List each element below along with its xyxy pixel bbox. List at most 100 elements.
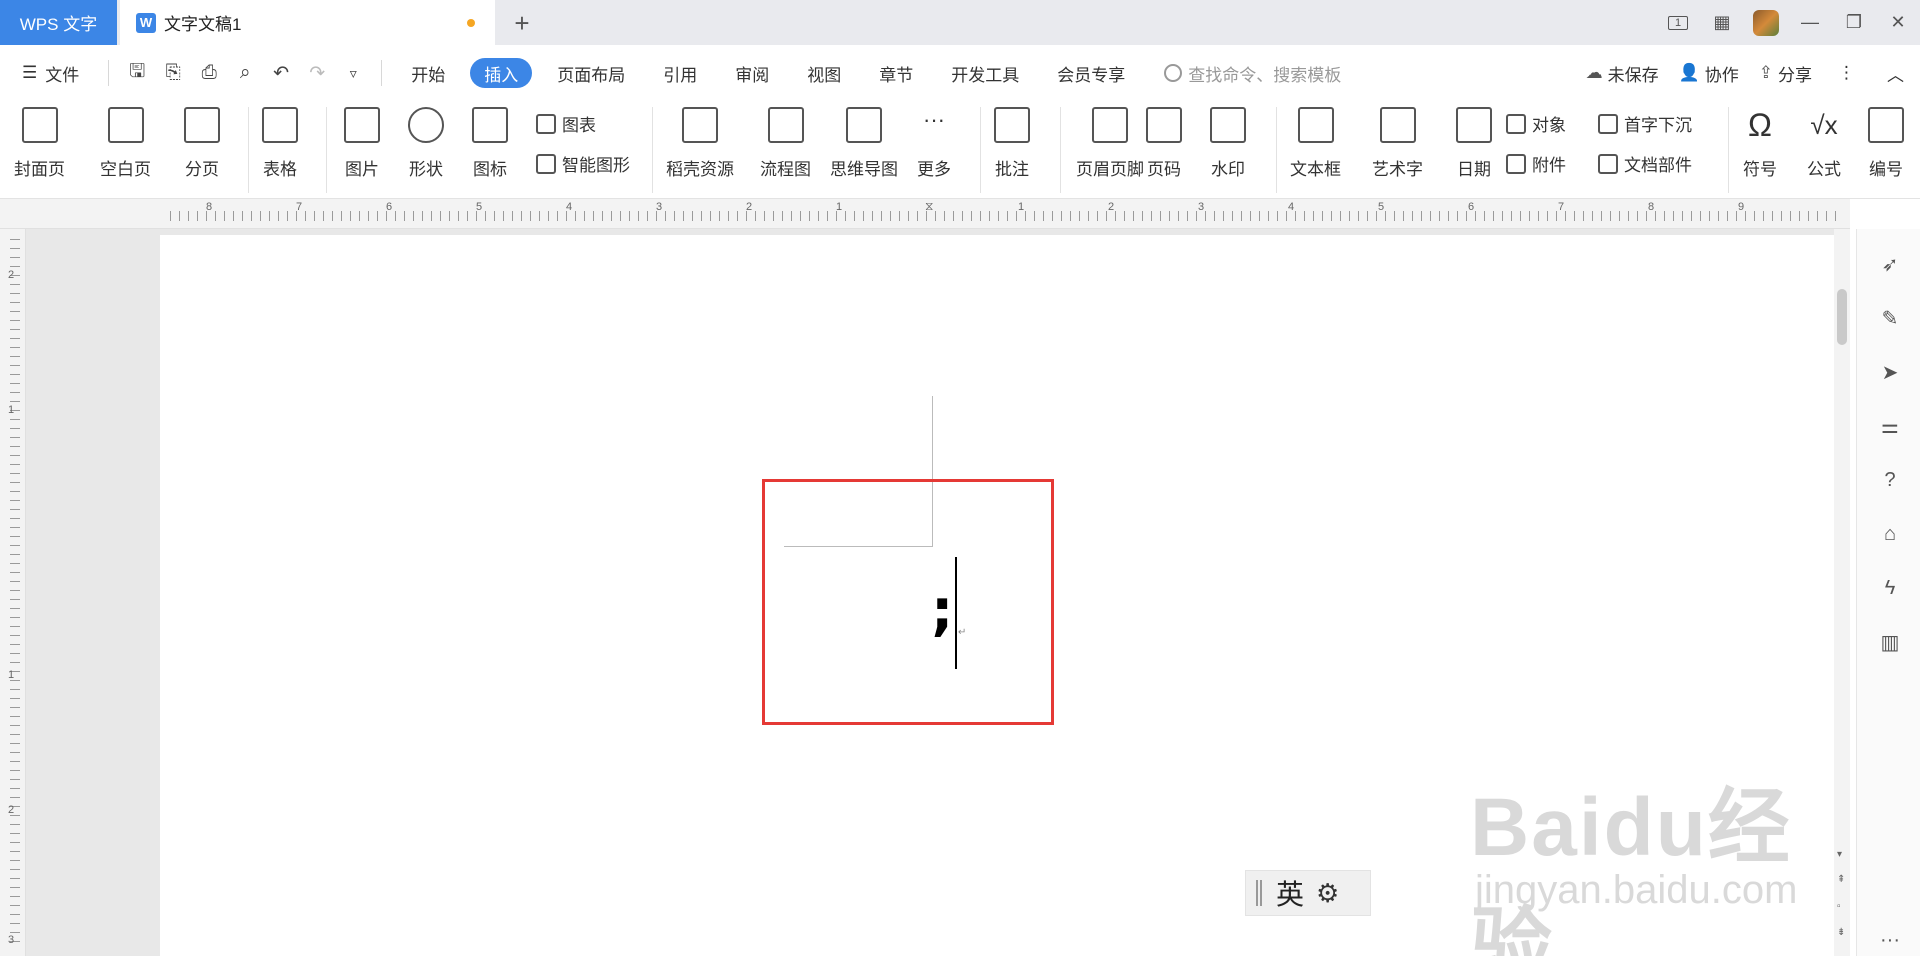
tab-page-layout[interactable]: 页面布局 [538, 58, 644, 88]
header-footer-button[interactable]: 页眉页脚 [1076, 101, 1144, 199]
page-break-button[interactable]: 分页 [184, 101, 220, 199]
formula-button[interactable]: √x 公式 [1806, 101, 1842, 199]
collapse-ribbon-icon[interactable]: ︿ [1871, 61, 1920, 86]
tab-sections[interactable]: 章节 [860, 58, 932, 88]
ime-status-bar[interactable]: 英 ⚙ [1245, 870, 1371, 916]
vertical-ruler[interactable]: 2 1 1 2 3 [0, 229, 26, 956]
attachment-label: 附件 [1532, 156, 1566, 175]
tab-references[interactable]: 引用 [644, 58, 716, 88]
indent-marker-icon[interactable]: ⧖ [925, 199, 933, 214]
page-number-icon [1146, 107, 1182, 143]
wordart-button[interactable]: 艺术字 [1372, 101, 1423, 199]
icon-library-button[interactable]: 图标 [472, 101, 508, 199]
tab-review[interactable]: 审阅 [716, 58, 788, 88]
print-preview-icon[interactable]: ⌕ [227, 55, 263, 91]
watermark-button[interactable]: 水印 [1210, 101, 1246, 199]
blank-page-button[interactable]: 空白页 [100, 101, 151, 199]
document-tab[interactable]: W 文字文稿1 [120, 0, 495, 45]
chart-button[interactable]: 图表 [536, 111, 596, 136]
select-browse-icon[interactable]: ▫ [1837, 901, 1841, 912]
page-number-button[interactable]: 页码 [1146, 101, 1182, 199]
table-button[interactable]: 表格 [262, 101, 298, 199]
comment-button[interactable]: 批注 [994, 101, 1030, 199]
next-page-icon[interactable]: ⇟ [1837, 927, 1845, 938]
collaborate-label: 协作 [1704, 65, 1739, 85]
tab-view[interactable]: 视图 [788, 58, 860, 88]
scrollbar-thumb[interactable] [1837, 289, 1847, 345]
tab-home[interactable]: 开始 [392, 58, 464, 88]
picture-button[interactable]: 图片 [344, 101, 380, 199]
wordart-label: 艺术字 [1372, 160, 1423, 179]
divider [980, 107, 981, 193]
ruler-number: 3 [8, 934, 15, 946]
minimize-icon[interactable]: — [1788, 0, 1832, 45]
flowchart-label: 流程图 [760, 160, 811, 179]
gear-icon[interactable]: ⚙ [1316, 878, 1339, 909]
docer-resources-button[interactable]: 稻壳资源 [666, 101, 734, 199]
grid-apps-icon[interactable]: ▦ [1700, 0, 1744, 45]
ruler-number: 2 [8, 804, 15, 816]
scroll-down-icon[interactable]: ▾ [1837, 849, 1842, 860]
menu-bar: ☰ 文件 🖫 ⎘ ⎙ ⌕ ↶ ↷ ▿ 开始 插入 页面布局 引用 审阅 视图 章… [0, 45, 1920, 101]
command-search[interactable]: 查找命令、搜索模板 [1164, 61, 1341, 86]
more-options-icon[interactable]: ⋮ [1822, 63, 1871, 83]
user-avatar[interactable] [1744, 0, 1788, 45]
book-search-icon[interactable]: ▥ [1879, 631, 1901, 654]
cover-page-button[interactable]: 封面页 [14, 101, 65, 199]
help-icon[interactable]: ? [1879, 469, 1901, 491]
divider [1060, 107, 1061, 193]
customize-dropdown-icon[interactable]: ▿ [335, 55, 371, 91]
sliders-icon[interactable]: ⚌ [1879, 415, 1901, 438]
drag-handle-icon[interactable] [1256, 880, 1262, 906]
cursor-icon[interactable]: ➤ [1879, 361, 1901, 384]
textbox-button[interactable]: 文本框 [1290, 101, 1341, 199]
share-button[interactable]: ⇪ 分享 [1749, 61, 1822, 86]
numbering-button[interactable]: 编号 [1868, 101, 1904, 199]
unsaved-cloud-button[interactable]: ☁ 未保存 [1576, 61, 1669, 86]
date-button[interactable]: 日期 [1456, 101, 1492, 199]
flowchart-button[interactable]: 流程图 [760, 101, 811, 199]
shape-button[interactable]: 形状 [408, 101, 444, 199]
horizontal-ruler[interactable]: 8 7 6 5 4 3 2 1 ⧖ 1 2 3 4 5 6 7 8 9 [0, 199, 1850, 229]
more-button[interactable]: ··· 更多 [916, 101, 952, 199]
export-pdf-icon[interactable]: ⎘ [155, 55, 191, 91]
numbering-icon [1868, 107, 1904, 143]
typed-semicolon: ; [931, 578, 954, 643]
store-icon[interactable]: ⌂ [1879, 523, 1901, 545]
more-dots-icon: ··· [923, 107, 945, 132]
drop-cap-button[interactable]: 首字下沉 [1598, 111, 1692, 136]
app-tab-wps[interactable]: WPS 文字 [0, 0, 117, 45]
tab-membership[interactable]: 会员专享 [1038, 58, 1144, 88]
close-icon[interactable]: ✕ [1876, 0, 1920, 45]
file-menu[interactable]: ☰ 文件 [0, 58, 98, 88]
document-parts-button[interactable]: 文档部件 [1598, 151, 1692, 176]
save-icon[interactable]: 🖫 [119, 55, 155, 91]
collaborate-button[interactable]: 👤 协作 [1669, 61, 1749, 86]
smart-art-button[interactable]: 智能图形 [536, 151, 630, 176]
mindmap-button[interactable]: 思维导图 [830, 101, 898, 199]
page-view-icon[interactable]: 1 [1656, 0, 1700, 45]
pen-icon[interactable]: ✎ [1879, 307, 1901, 330]
object-button[interactable]: 对象 [1506, 111, 1566, 136]
ime-mode-toggle[interactable]: 英 [1276, 873, 1304, 913]
restore-icon[interactable]: ❐ [1832, 0, 1876, 45]
redo-icon[interactable]: ↷ [299, 55, 335, 91]
attachment-button[interactable]: 附件 [1506, 151, 1566, 176]
title-bar: WPS 文字 W 文字文稿1 + 1 ▦ — ❐ ✕ [0, 0, 1920, 45]
menu-right-actions: ☁ 未保存 👤 协作 ⇪ 分享 ⋮ ︿ [1576, 45, 1920, 101]
new-tab-button[interactable]: + [505, 6, 539, 40]
vertical-scrollbar[interactable]: ▾ ⇞ ▫ ⇟ [1834, 229, 1850, 956]
tab-insert[interactable]: 插入 [470, 58, 533, 88]
rocket-icon[interactable]: ➶ [1879, 253, 1901, 276]
undo-icon[interactable]: ↶ [263, 55, 299, 91]
tab-developer[interactable]: 开发工具 [932, 58, 1038, 88]
shape-icon [408, 107, 444, 143]
symbol-label: 符号 [1743, 160, 1777, 179]
ruler-number: 3 [656, 201, 663, 213]
ruler-number: 1 [8, 404, 15, 416]
lightning-icon[interactable]: ϟ [1879, 577, 1901, 599]
print-icon[interactable]: ⎙ [191, 55, 227, 91]
prev-page-icon[interactable]: ⇞ [1837, 874, 1845, 885]
symbol-button[interactable]: Ω 符号 [1742, 101, 1778, 199]
more-dots-icon[interactable]: ··· [1879, 929, 1901, 951]
